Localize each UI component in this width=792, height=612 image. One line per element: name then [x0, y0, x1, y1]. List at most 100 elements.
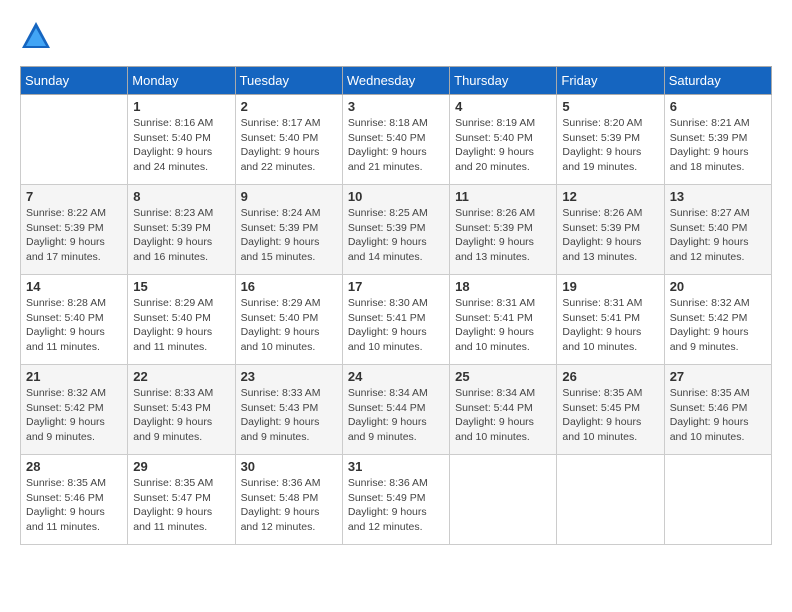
day-cell: 8 Sunrise: 8:23 AM Sunset: 5:39 PM Daylig…: [128, 185, 235, 275]
weekday-header-wednesday: Wednesday: [342, 67, 449, 95]
weekday-header-sunday: Sunday: [21, 67, 128, 95]
day-number: 14: [26, 279, 122, 294]
day-info: Sunrise: 8:17 AM Sunset: 5:40 PM Dayligh…: [241, 116, 337, 175]
day-number: 17: [348, 279, 444, 294]
day-cell: 18 Sunrise: 8:31 AM Sunset: 5:41 PM Dayli…: [450, 275, 557, 365]
day-number: 11: [455, 189, 551, 204]
day-number: 13: [670, 189, 766, 204]
day-number: 15: [133, 279, 229, 294]
day-number: 9: [241, 189, 337, 204]
day-number: 7: [26, 189, 122, 204]
day-cell: 20 Sunrise: 8:32 AM Sunset: 5:42 PM Dayli…: [664, 275, 771, 365]
day-cell: 31 Sunrise: 8:36 AM Sunset: 5:49 PM Dayli…: [342, 455, 449, 545]
day-cell: 30 Sunrise: 8:36 AM Sunset: 5:48 PM Dayli…: [235, 455, 342, 545]
day-info: Sunrise: 8:16 AM Sunset: 5:40 PM Dayligh…: [133, 116, 229, 175]
day-info: Sunrise: 8:18 AM Sunset: 5:40 PM Dayligh…: [348, 116, 444, 175]
day-cell: 21Sunrise: 8:32 AM Sunset: 5:42 PM Dayli…: [21, 365, 128, 455]
day-cell: 11Sunrise: 8:26 AM Sunset: 5:39 PM Dayli…: [450, 185, 557, 275]
day-number: 8: [133, 189, 229, 204]
day-info: Sunrise: 8:35 AM Sunset: 5:46 PM Dayligh…: [670, 386, 766, 445]
day-cell: 14 Sunrise: 8:28 AM Sunset: 5:40 PM Dayli…: [21, 275, 128, 365]
day-info: Sunrise: 8:34 AM Sunset: 5:44 PM Dayligh…: [455, 386, 551, 445]
weekday-header-row: SundayMondayTuesdayWednesdayThursdayFrid…: [21, 67, 772, 95]
weekday-header-monday: Monday: [128, 67, 235, 95]
day-info: Sunrise: 8:31 AM Sunset: 5:41 PM Dayligh…: [455, 296, 551, 355]
day-cell: 23 Sunrise: 8:33 AM Sunset: 5:43 PM Dayli…: [235, 365, 342, 455]
day-number: 30: [241, 459, 337, 474]
day-cell: 10 Sunrise: 8:25 AM Sunset: 5:39 PM Dayli…: [342, 185, 449, 275]
day-info: Sunrise: 8:35 AM Sunset: 5:46 PM Dayligh…: [26, 476, 122, 535]
day-cell: 7Sunrise: 8:22 AM Sunset: 5:39 PM Daylig…: [21, 185, 128, 275]
day-cell: [664, 455, 771, 545]
day-info: Sunrise: 8:20 AM Sunset: 5:39 PM Dayligh…: [562, 116, 658, 175]
day-info: Sunrise: 8:29 AM Sunset: 5:40 PM Dayligh…: [133, 296, 229, 355]
week-row-2: 7Sunrise: 8:22 AM Sunset: 5:39 PM Daylig…: [21, 185, 772, 275]
day-cell: 16Sunrise: 8:29 AM Sunset: 5:40 PM Dayli…: [235, 275, 342, 365]
weekday-header-thursday: Thursday: [450, 67, 557, 95]
day-number: 18: [455, 279, 551, 294]
day-info: Sunrise: 8:32 AM Sunset: 5:42 PM Dayligh…: [670, 296, 766, 355]
logo: [20, 20, 56, 52]
week-row-1: 1 Sunrise: 8:16 AM Sunset: 5:40 PM Daylig…: [21, 95, 772, 185]
day-cell: [450, 455, 557, 545]
day-info: Sunrise: 8:27 AM Sunset: 5:40 PM Dayligh…: [670, 206, 766, 265]
day-number: 3: [348, 99, 444, 114]
calendar-table: SundayMondayTuesdayWednesdayThursdayFrid…: [20, 66, 772, 545]
day-info: Sunrise: 8:31 AM Sunset: 5:41 PM Dayligh…: [562, 296, 658, 355]
day-number: 25: [455, 369, 551, 384]
day-number: 2: [241, 99, 337, 114]
day-info: Sunrise: 8:33 AM Sunset: 5:43 PM Dayligh…: [241, 386, 337, 445]
day-number: 28: [26, 459, 122, 474]
day-info: Sunrise: 8:19 AM Sunset: 5:40 PM Dayligh…: [455, 116, 551, 175]
day-cell: 2 Sunrise: 8:17 AM Sunset: 5:40 PM Daylig…: [235, 95, 342, 185]
day-info: Sunrise: 8:33 AM Sunset: 5:43 PM Dayligh…: [133, 386, 229, 445]
day-cell: 5 Sunrise: 8:20 AM Sunset: 5:39 PM Daylig…: [557, 95, 664, 185]
day-number: 10: [348, 189, 444, 204]
day-number: 27: [670, 369, 766, 384]
day-number: 19: [562, 279, 658, 294]
day-cell: 13 Sunrise: 8:27 AM Sunset: 5:40 PM Dayli…: [664, 185, 771, 275]
day-info: Sunrise: 8:36 AM Sunset: 5:48 PM Dayligh…: [241, 476, 337, 535]
day-cell: 26 Sunrise: 8:35 AM Sunset: 5:45 PM Dayli…: [557, 365, 664, 455]
day-number: 6: [670, 99, 766, 114]
day-cell: 17 Sunrise: 8:30 AM Sunset: 5:41 PM Dayli…: [342, 275, 449, 365]
day-number: 5: [562, 99, 658, 114]
day-number: 16: [241, 279, 337, 294]
day-info: Sunrise: 8:35 AM Sunset: 5:45 PM Dayligh…: [562, 386, 658, 445]
week-row-5: 28 Sunrise: 8:35 AM Sunset: 5:46 PM Dayli…: [21, 455, 772, 545]
day-number: 29: [133, 459, 229, 474]
day-info: Sunrise: 8:30 AM Sunset: 5:41 PM Dayligh…: [348, 296, 444, 355]
day-info: Sunrise: 8:21 AM Sunset: 5:39 PM Dayligh…: [670, 116, 766, 175]
day-info: Sunrise: 8:35 AM Sunset: 5:47 PM Dayligh…: [133, 476, 229, 535]
day-cell: [557, 455, 664, 545]
day-cell: 28 Sunrise: 8:35 AM Sunset: 5:46 PM Dayli…: [21, 455, 128, 545]
day-number: 31: [348, 459, 444, 474]
day-cell: 15 Sunrise: 8:29 AM Sunset: 5:40 PM Dayli…: [128, 275, 235, 365]
day-info: Sunrise: 8:34 AM Sunset: 5:44 PM Dayligh…: [348, 386, 444, 445]
day-info: Sunrise: 8:32 AM Sunset: 5:42 PM Dayligh…: [26, 386, 122, 445]
day-cell: 6 Sunrise: 8:21 AM Sunset: 5:39 PM Daylig…: [664, 95, 771, 185]
day-cell: 4 Sunrise: 8:19 AM Sunset: 5:40 PM Daylig…: [450, 95, 557, 185]
day-info: Sunrise: 8:36 AM Sunset: 5:49 PM Dayligh…: [348, 476, 444, 535]
day-cell: 22Sunrise: 8:33 AM Sunset: 5:43 PM Dayli…: [128, 365, 235, 455]
day-info: Sunrise: 8:26 AM Sunset: 5:39 PM Dayligh…: [562, 206, 658, 265]
day-cell: 29 Sunrise: 8:35 AM Sunset: 5:47 PM Dayli…: [128, 455, 235, 545]
day-number: 26: [562, 369, 658, 384]
day-info: Sunrise: 8:28 AM Sunset: 5:40 PM Dayligh…: [26, 296, 122, 355]
day-cell: 25 Sunrise: 8:34 AM Sunset: 5:44 PM Dayli…: [450, 365, 557, 455]
day-number: 4: [455, 99, 551, 114]
day-info: Sunrise: 8:24 AM Sunset: 5:39 PM Dayligh…: [241, 206, 337, 265]
day-cell: 19 Sunrise: 8:31 AM Sunset: 5:41 PM Dayli…: [557, 275, 664, 365]
day-cell: 3 Sunrise: 8:18 AM Sunset: 5:40 PM Daylig…: [342, 95, 449, 185]
day-info: Sunrise: 8:25 AM Sunset: 5:39 PM Dayligh…: [348, 206, 444, 265]
day-cell: 12Sunrise: 8:26 AM Sunset: 5:39 PM Dayli…: [557, 185, 664, 275]
day-number: 23: [241, 369, 337, 384]
day-cell: 27 Sunrise: 8:35 AM Sunset: 5:46 PM Dayli…: [664, 365, 771, 455]
day-number: 1: [133, 99, 229, 114]
logo-icon: [20, 20, 52, 52]
day-cell: 1 Sunrise: 8:16 AM Sunset: 5:40 PM Daylig…: [128, 95, 235, 185]
week-row-4: 21Sunrise: 8:32 AM Sunset: 5:42 PM Dayli…: [21, 365, 772, 455]
day-info: Sunrise: 8:23 AM Sunset: 5:39 PM Dayligh…: [133, 206, 229, 265]
day-number: 20: [670, 279, 766, 294]
week-row-3: 14 Sunrise: 8:28 AM Sunset: 5:40 PM Dayli…: [21, 275, 772, 365]
